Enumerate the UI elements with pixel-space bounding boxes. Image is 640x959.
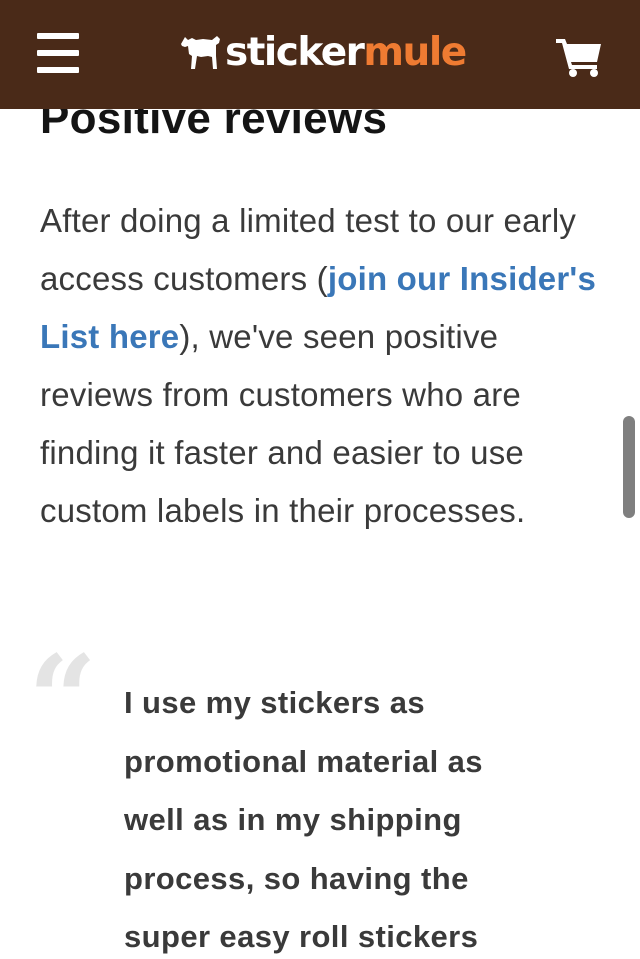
mule-icon	[181, 36, 220, 69]
testimonial-quote: I use my stickers as promotional materia…	[124, 685, 483, 954]
top-navigation-bar: stickermule	[0, 0, 640, 109]
quote-mark-icon: “	[28, 629, 98, 770]
page: stickermule Positive reviews After doing…	[0, 0, 640, 959]
logo-wordmark: stickermule	[225, 29, 467, 75]
hamburger-menu-icon[interactable]	[34, 31, 82, 75]
stickermule-logo[interactable]: stickermule	[179, 28, 467, 76]
article-paragraph: After doing a limited test to our early …	[40, 192, 608, 540]
scrollbar-thumb[interactable]	[623, 416, 635, 518]
shopping-cart-icon[interactable]	[553, 34, 605, 78]
